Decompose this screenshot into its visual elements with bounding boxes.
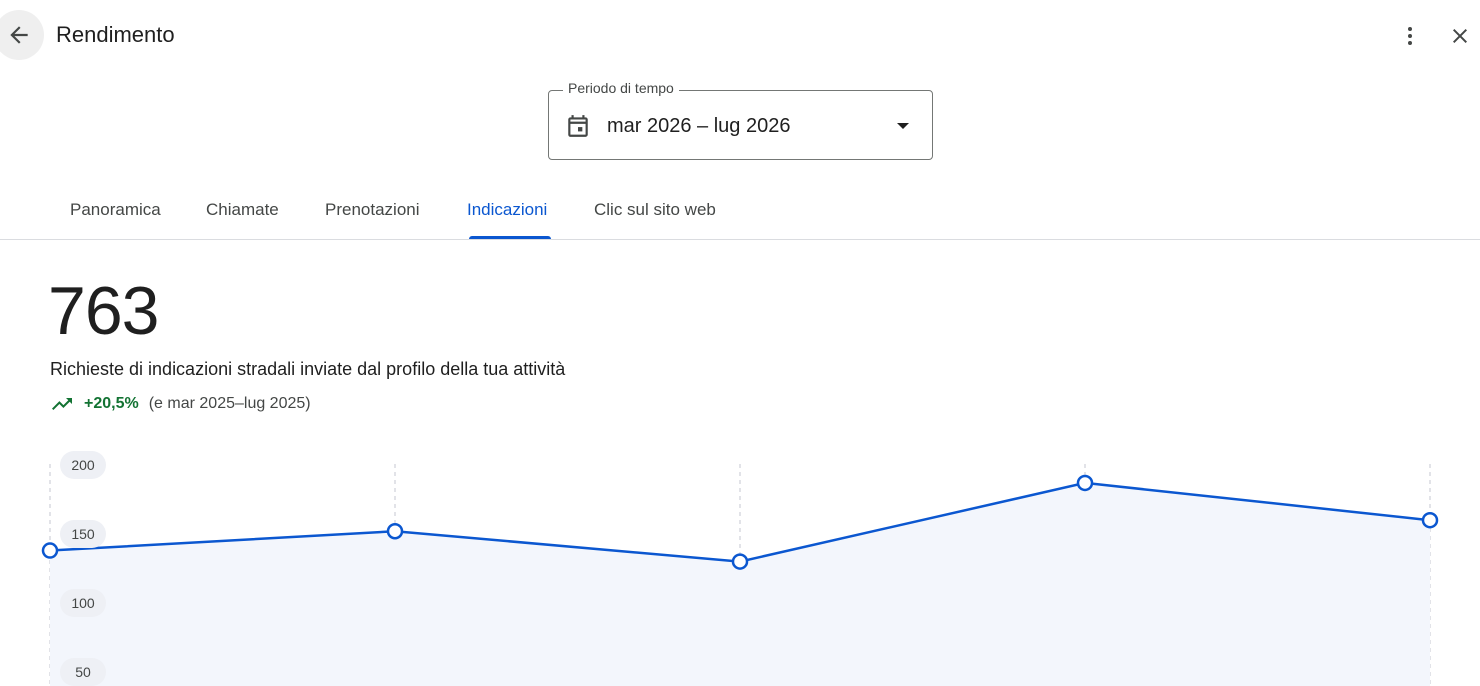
chart-plot	[41, 464, 1439, 686]
chart-data-point[interactable]	[41, 542, 59, 559]
tab-chiamate[interactable]: Chiamate	[206, 200, 279, 220]
tab-panoramica[interactable]: Panoramica	[70, 200, 161, 220]
trend-comparison: (e mar 2025–lug 2025)	[148, 395, 311, 412]
active-tab-indicator	[469, 236, 551, 239]
directions-chart: 200 150 100 50	[0, 440, 1480, 686]
header: Rendimento	[0, 0, 1480, 72]
close-icon	[1453, 29, 1467, 43]
arrow-left-icon	[10, 26, 28, 44]
chart-data-point[interactable]	[1421, 511, 1439, 529]
trend-percentage: +20,5%	[84, 395, 139, 412]
close-button[interactable]	[1438, 14, 1480, 58]
metric-description: Richieste di indicazioni stradali inviat…	[50, 359, 566, 379]
trending-up-icon	[52, 398, 72, 410]
tab-clic-sito-web[interactable]: Clic sul sito web	[594, 200, 716, 220]
time-period-value: mar 2026 – lug 2026	[607, 115, 791, 137]
page-title: Rendimento	[56, 22, 175, 47]
time-period-label: Periodo di tempo	[563, 80, 679, 96]
tab-prenotazioni[interactable]: Prenotazioni	[325, 200, 420, 220]
caret-down-icon	[897, 123, 909, 129]
tab-bar: Panoramica Chiamate Prenotazioni Indicaz…	[0, 180, 1480, 240]
y-tick-label: 150	[60, 520, 106, 548]
calendar-icon	[568, 115, 588, 137]
chart-data-point[interactable]	[386, 522, 404, 540]
y-tick-label: 200	[60, 451, 106, 479]
total-directions-count: 763	[48, 273, 159, 349]
chart-data-point[interactable]	[731, 553, 749, 570]
more-vertical-icon	[1408, 27, 1412, 45]
tab-indicazioni[interactable]: Indicazioni	[467, 200, 547, 220]
time-period-select[interactable]: Periodo di tempo mar 2026 – lug 2026	[548, 80, 933, 160]
y-tick-label: 100	[60, 589, 106, 617]
trend-row: +20,5% (e mar 2025–lug 2025)	[50, 392, 311, 416]
chart-data-point[interactable]	[1076, 474, 1094, 492]
back-button[interactable]	[0, 10, 44, 60]
y-tick-label: 50	[60, 658, 106, 686]
more-options-button[interactable]	[1388, 14, 1432, 58]
